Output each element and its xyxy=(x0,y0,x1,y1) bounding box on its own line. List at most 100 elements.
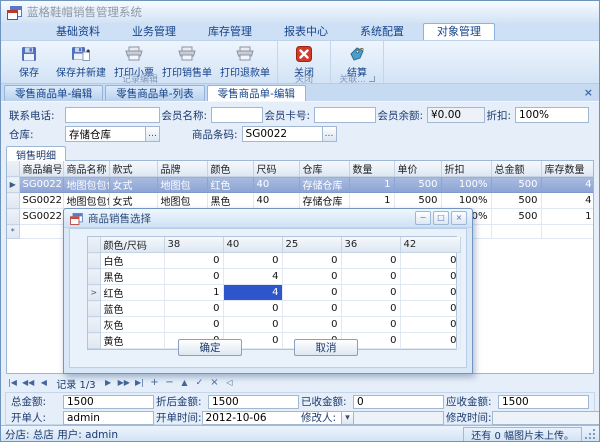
grid-cell[interactable]: 黑色 xyxy=(207,193,253,209)
warehouse-ellipsis-button[interactable]: … xyxy=(145,126,160,142)
column-header[interactable]: 38 xyxy=(164,237,223,253)
total-amount-input[interactable] xyxy=(63,395,154,409)
column-header[interactable]: 单价 xyxy=(394,161,441,177)
color-row-label[interactable]: 蓝色 xyxy=(100,301,164,317)
column-header[interactable]: 库存数量 xyxy=(541,161,594,177)
discounted-amount-input[interactable] xyxy=(208,395,299,409)
quantity-cell[interactable]: 0 xyxy=(164,317,223,333)
grid-cell[interactable]: 1 xyxy=(349,193,394,209)
grid-cell[interactable]: 500 xyxy=(394,177,441,193)
grid-cell[interactable] xyxy=(19,225,63,239)
table-row[interactable]: >红色14000 xyxy=(88,285,460,301)
grid-cell[interactable]: SG0022 xyxy=(19,209,63,225)
grid-cell[interactable]: 地图包 xyxy=(157,177,207,193)
grid-cell[interactable]: 存储仓库 xyxy=(299,193,349,209)
grid-cell[interactable]: 100% xyxy=(441,193,491,209)
quantity-cell[interactable]: 0 xyxy=(282,285,341,301)
received-amount-input[interactable] xyxy=(353,395,444,409)
nav-prev-page-button[interactable]: ◀◀ xyxy=(22,377,34,389)
grid-cell[interactable]: 地图包包包 xyxy=(63,193,109,209)
table-row[interactable]: 蓝色00000 xyxy=(88,301,460,317)
table-row[interactable]: 灰色00000 xyxy=(88,317,460,333)
table-row[interactable]: 白色00000 xyxy=(88,253,460,269)
nav-delete-button[interactable]: − xyxy=(164,377,175,389)
grid-cell[interactable]: SG0022 xyxy=(19,177,63,193)
grid-cell[interactable]: 40 xyxy=(253,193,299,209)
dialog-close-button[interactable]: × xyxy=(451,211,467,225)
column-header[interactable]: 品牌 xyxy=(157,161,207,177)
grid-cell[interactable] xyxy=(541,225,594,239)
quantity-cell[interactable]: 0 xyxy=(341,253,400,269)
column-header[interactable]: 数量 xyxy=(349,161,394,177)
color-row-label[interactable]: 黑色 xyxy=(100,269,164,285)
quantity-cell[interactable]: 0 xyxy=(164,269,223,285)
ribbon-tab-system-config[interactable]: 系统配置 xyxy=(347,24,417,40)
table-row[interactable]: ▶SG0022地图包包包女式地图包红色40存储仓库1500100%5004 xyxy=(7,177,594,193)
color-row-label[interactable]: 白色 xyxy=(100,253,164,269)
grid-cell[interactable] xyxy=(491,225,541,239)
barcode-input[interactable] xyxy=(242,126,322,142)
nav-first-button[interactable]: |◀ xyxy=(7,377,18,389)
dialog-launcher-icon[interactable] xyxy=(369,76,375,82)
ribbon-tab-reports[interactable]: 报表中心 xyxy=(271,24,341,40)
quantity-cell[interactable]: 0 xyxy=(282,269,341,285)
doc-tab-retail-edit-1[interactable]: 零售商品单-编辑 xyxy=(4,85,103,101)
doc-tab-retail-edit-2[interactable]: 零售商品单-编辑 xyxy=(207,85,306,101)
quantity-cell[interactable]: 0 xyxy=(282,253,341,269)
nav-cancel-button[interactable]: × xyxy=(209,377,220,389)
nav-prev-button[interactable]: ◀ xyxy=(38,377,49,389)
quantity-cell[interactable]: 0 xyxy=(400,301,460,317)
quantity-cell[interactable]: 0 xyxy=(164,253,223,269)
table-row[interactable]: SG0022地图包包包女式地图包黑色40存储仓库1500100%5004 xyxy=(7,193,594,209)
column-header[interactable]: 25 xyxy=(282,237,341,253)
quantity-cell[interactable]: 0 xyxy=(400,253,460,269)
dialog-title-bar[interactable]: 商品销售选择 − □ × xyxy=(64,209,472,228)
member-balance-input[interactable] xyxy=(427,107,485,123)
doc-tab-close-icon[interactable]: × xyxy=(584,86,593,99)
quantity-cell[interactable]: 0 xyxy=(341,285,400,301)
quantity-cell[interactable]: 1 xyxy=(164,285,223,301)
grid-cell[interactable]: 红色 xyxy=(207,177,253,193)
grid-cell[interactable]: 地图包 xyxy=(157,193,207,209)
member-card-input[interactable] xyxy=(314,107,376,123)
modifier-input[interactable] xyxy=(353,411,444,425)
color-row-label[interactable]: 灰色 xyxy=(100,317,164,333)
quantity-cell[interactable]: 0 xyxy=(223,317,282,333)
grid-cell[interactable]: 存储仓库 xyxy=(299,177,349,193)
member-name-input[interactable] xyxy=(211,107,263,123)
column-header[interactable]: 42 xyxy=(400,237,460,253)
column-header[interactable]: 总金额 xyxy=(491,161,541,177)
contact-phone-input[interactable] xyxy=(65,107,160,123)
tab-sales-detail[interactable]: 销售明细 xyxy=(6,146,66,161)
grid-cell[interactable]: SG0022 xyxy=(19,193,63,209)
quantity-cell[interactable]: 0 xyxy=(341,317,400,333)
receivable-amount-input[interactable] xyxy=(498,395,589,409)
quantity-cell[interactable]: 0 xyxy=(400,269,460,285)
quantity-cell[interactable]: 0 xyxy=(223,301,282,317)
ok-button[interactable]: 确定 xyxy=(178,339,242,356)
quantity-cell[interactable]: 0 xyxy=(400,317,460,333)
grid-cell[interactable]: 40 xyxy=(253,177,299,193)
grid-cell[interactable]: 500 xyxy=(491,193,541,209)
quantity-cell[interactable]: 0 xyxy=(341,301,400,317)
grid-cell[interactable]: 500 xyxy=(491,209,541,225)
grid-cell[interactable]: 女式 xyxy=(109,193,157,209)
dialog-maximize-button[interactable]: □ xyxy=(433,211,449,225)
column-header[interactable]: 款式 xyxy=(109,161,157,177)
column-header[interactable]: 40 xyxy=(223,237,282,253)
nav-last-button[interactable]: ▶| xyxy=(134,377,145,389)
column-header[interactable]: 商品编号 xyxy=(19,161,63,177)
quantity-cell[interactable]: 0 xyxy=(282,317,341,333)
creator-input[interactable] xyxy=(63,411,154,425)
column-header[interactable]: 36 xyxy=(341,237,400,253)
nav-post-button[interactable]: ✓ xyxy=(194,377,205,389)
modify-time-input[interactable] xyxy=(492,411,600,425)
column-header[interactable]: 商品名称 xyxy=(63,161,109,177)
ribbon-tab-basic-data[interactable]: 基础资料 xyxy=(43,24,113,40)
quantity-cell[interactable]: 4 xyxy=(223,285,282,301)
quantity-cell[interactable]: 0 xyxy=(282,301,341,317)
barcode-ellipsis-button[interactable]: … xyxy=(322,126,337,142)
ribbon-tab-business[interactable]: 业务管理 xyxy=(119,24,189,40)
grid-cell[interactable]: 500 xyxy=(491,177,541,193)
grid-cell[interactable]: 4 xyxy=(541,193,594,209)
